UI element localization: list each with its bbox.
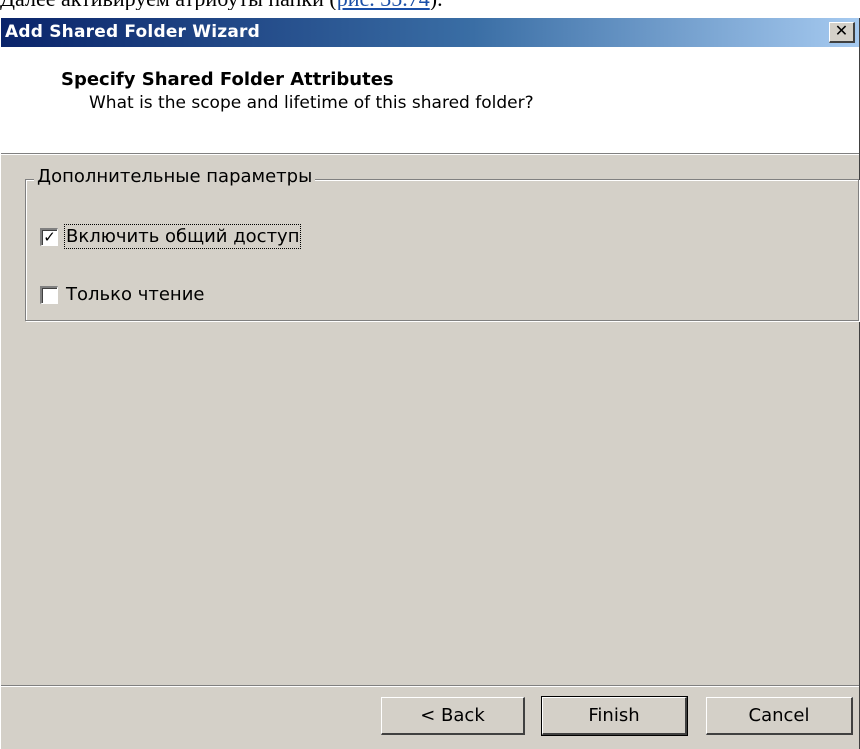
window-title: Add Shared Folder Wizard [5, 22, 260, 42]
footer-divider-highlight [1, 686, 859, 687]
document-text-line: Далее активируем атрибуты папки (рис. 35… [0, 0, 860, 10]
enable-sharing-label[interactable]: Включить общий доступ [63, 224, 302, 249]
page-subtitle: What is the scope and lifetime of this s… [89, 93, 534, 113]
header-divider [1, 154, 859, 155]
finish-button[interactable]: Finish [541, 696, 688, 736]
wizard-dialog: Add Shared Folder Wizard ✕ Specify Share… [0, 18, 860, 749]
close-icon: ✕ [834, 21, 849, 40]
close-button[interactable]: ✕ [829, 22, 855, 43]
options-groupbox: Дополнительные параметры ✓ Включить общи… [25, 166, 859, 321]
read-only-label[interactable]: Только чтение [66, 284, 204, 305]
document-text-tail: ). [430, 0, 443, 10]
cancel-button-label: Cancel [748, 705, 810, 726]
cancel-button[interactable]: Cancel [706, 697, 853, 735]
wizard-header: Specify Shared Folder Attributes What is… [1, 47, 859, 154]
enable-sharing-checkbox[interactable]: ✓ [40, 227, 58, 246]
figure-link[interactable]: рис. 35.74 [337, 0, 430, 10]
groupbox-legend: Дополнительные параметры [34, 166, 316, 187]
read-only-option[interactable]: Только чтение [40, 284, 204, 305]
check-icon: ✓ [43, 227, 56, 246]
enable-sharing-option[interactable]: ✓ Включить общий доступ [40, 224, 302, 249]
page-title: Specify Shared Folder Attributes [61, 69, 394, 90]
finish-button-label: Finish [588, 705, 640, 726]
back-button-label: < Back [420, 705, 485, 726]
title-bar[interactable]: Add Shared Folder Wizard ✕ [1, 18, 859, 47]
document-text: Далее активируем атрибуты папки ( [0, 0, 337, 10]
back-button[interactable]: < Back [381, 697, 525, 735]
read-only-checkbox[interactable] [40, 285, 58, 304]
